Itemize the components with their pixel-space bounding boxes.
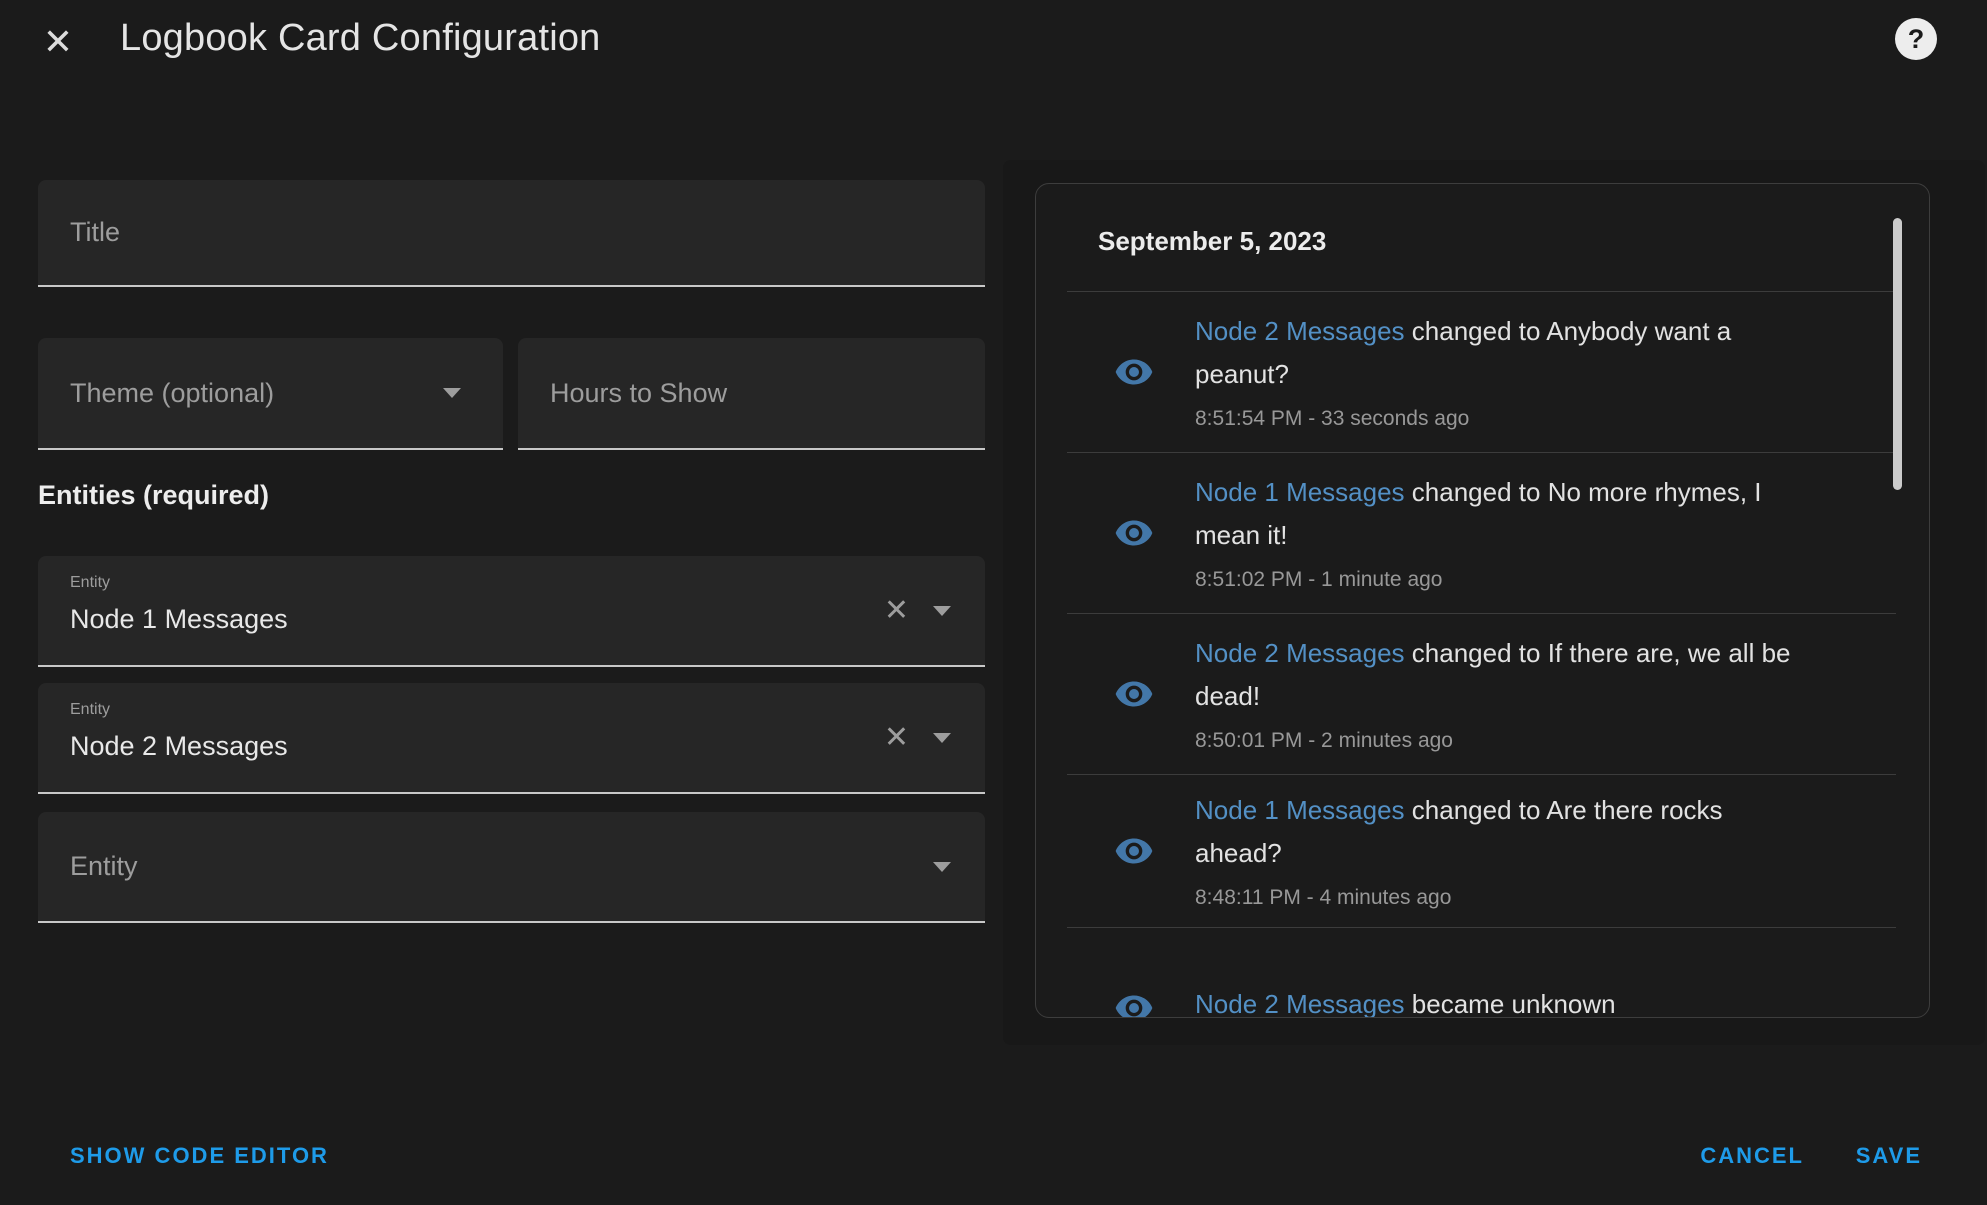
eye-icon bbox=[1114, 352, 1154, 392]
entity-row-3-controls bbox=[933, 812, 985, 921]
title-field[interactable] bbox=[38, 180, 985, 287]
eye-icon bbox=[1114, 831, 1154, 871]
chevron-down-icon[interactable] bbox=[933, 606, 951, 616]
hours-to-show-field[interactable] bbox=[518, 338, 985, 450]
entity-row-2-label: Entity bbox=[70, 698, 884, 722]
clear-icon[interactable]: ✕ bbox=[884, 723, 909, 753]
cancel-button[interactable]: CANCEL bbox=[1700, 1141, 1804, 1171]
logbook-entry-text: Node 1 Messages changed to Are there roc… bbox=[1195, 789, 1805, 913]
logbook-entry: Node 2 Messages changed to If there are,… bbox=[1036, 614, 1929, 774]
hours-to-show-input[interactable] bbox=[518, 338, 985, 448]
entity-row-2-text: Entity Node 2 Messages bbox=[38, 683, 884, 792]
clear-icon[interactable]: ✕ bbox=[884, 596, 909, 626]
logbook-entry: Node 2 Messages became unknown bbox=[1036, 928, 1929, 1018]
entry-timestamp: 8:50:01 PM - 2 minutes ago bbox=[1195, 726, 1805, 756]
logbook-entry-text: Node 2 Messages became unknown bbox=[1195, 983, 1805, 1019]
entity-link[interactable]: Node 1 Messages bbox=[1195, 477, 1405, 507]
entity-link[interactable]: Node 1 Messages bbox=[1195, 795, 1405, 825]
eye-icon bbox=[1114, 513, 1154, 553]
entry-timestamp: 8:48:11 PM - 4 minutes ago bbox=[1195, 883, 1805, 913]
preview-scrollbar[interactable] bbox=[1893, 218, 1902, 490]
show-code-editor-button[interactable]: SHOW CODE EDITOR bbox=[70, 1141, 329, 1171]
logbook-entry: Node 1 Messages changed to Are there roc… bbox=[1036, 775, 1929, 927]
entity-row-2[interactable]: Entity Node 2 Messages ✕ bbox=[38, 683, 985, 794]
entity-row-1-value: Node 1 Messages bbox=[70, 599, 884, 639]
entry-message: became unknown bbox=[1412, 989, 1616, 1019]
card-preview-panel: September 5, 2023 Node 2 Messages change… bbox=[1003, 160, 1985, 1045]
entity-row-2-value: Node 2 Messages bbox=[70, 726, 884, 766]
entity-link[interactable]: Node 2 Messages bbox=[1195, 638, 1405, 668]
logbook-entry-text: Node 2 Messages changed to Anybody want … bbox=[1195, 310, 1805, 434]
entity-row-1-label: Entity bbox=[70, 571, 884, 595]
logbook-card-config-dialog: ✕ Logbook Card Configuration ? Theme (op… bbox=[0, 0, 1987, 1205]
entity-link[interactable]: Node 2 Messages bbox=[1195, 316, 1405, 346]
theme-select[interactable]: Theme (optional) bbox=[38, 338, 503, 450]
title-input[interactable] bbox=[38, 180, 985, 285]
entity-row-2-controls: ✕ bbox=[884, 683, 985, 792]
save-button[interactable]: SAVE bbox=[1856, 1141, 1922, 1171]
logbook-preview-card: September 5, 2023 Node 2 Messages change… bbox=[1035, 183, 1930, 1018]
chevron-down-icon[interactable] bbox=[933, 733, 951, 743]
chevron-down-icon bbox=[443, 388, 461, 398]
entity-row-3[interactable]: Entity bbox=[38, 812, 985, 923]
dialog-title: Logbook Card Configuration bbox=[120, 17, 601, 60]
logbook-date-header: September 5, 2023 bbox=[1036, 184, 1929, 291]
entity-row-1[interactable]: Entity Node 1 Messages ✕ bbox=[38, 556, 985, 667]
entity-row-3-placeholder: Entity bbox=[38, 812, 933, 921]
close-icon[interactable]: ✕ bbox=[32, 16, 84, 68]
logbook-entry: Node 1 Messages changed to No more rhyme… bbox=[1036, 453, 1929, 613]
chevron-down-icon[interactable] bbox=[933, 862, 951, 872]
entities-heading: Entities (required) bbox=[38, 480, 269, 511]
eye-icon bbox=[1114, 674, 1154, 714]
entry-timestamp: 8:51:02 PM - 1 minute ago bbox=[1195, 565, 1805, 595]
help-icon[interactable]: ? bbox=[1895, 18, 1937, 60]
theme-label: Theme (optional) bbox=[70, 378, 274, 409]
entity-row-1-text: Entity Node 1 Messages bbox=[38, 556, 884, 665]
logbook-entry-text: Node 1 Messages changed to No more rhyme… bbox=[1195, 471, 1805, 595]
entity-link[interactable]: Node 2 Messages bbox=[1195, 989, 1405, 1019]
eye-icon bbox=[1114, 988, 1154, 1018]
entry-timestamp: 8:51:54 PM - 33 seconds ago bbox=[1195, 404, 1805, 434]
logbook-entry: Node 2 Messages changed to Anybody want … bbox=[1036, 292, 1929, 452]
entity-row-1-controls: ✕ bbox=[884, 556, 985, 665]
logbook-entry-text: Node 2 Messages changed to If there are,… bbox=[1195, 632, 1805, 756]
